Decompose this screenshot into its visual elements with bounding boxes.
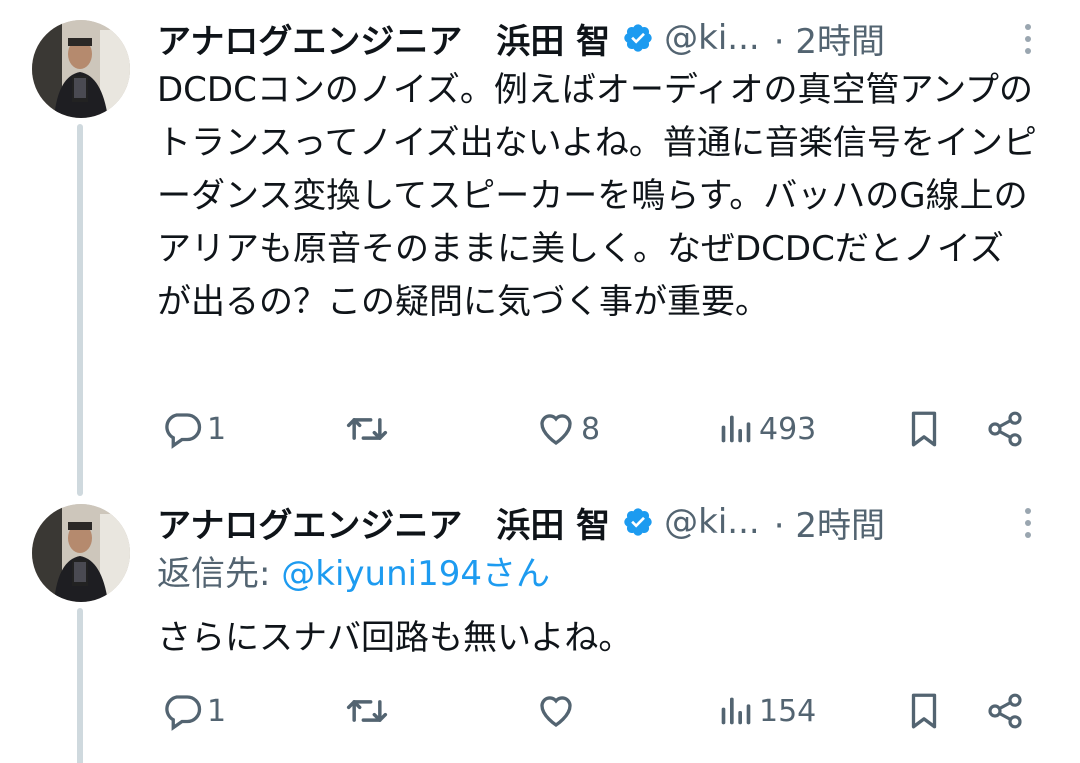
tweet-text: DCDCコンのノイズ。例えばオーディオの真空管アンプのトランスってノイズ出ないよ… <box>157 70 1037 322</box>
views-icon <box>715 691 755 731</box>
tweet-text: さらにスナバ回路も無いよね。 <box>157 618 633 658</box>
bookmark-button[interactable] <box>903 689 945 733</box>
views-button[interactable]: 493 <box>715 407 816 451</box>
tweet-header: アナログエンジニア 浜田 智 @ki... · 2時間 <box>157 14 1040 63</box>
timeline-feed: アナログエンジニア 浜田 智 @ki... · 2時間 DCDCコンのノイズ。例… <box>0 0 1080 763</box>
verified-badge-icon <box>622 506 654 538</box>
tweet-actions: 1 154 <box>157 689 1040 733</box>
reply-count: 1 <box>207 411 227 447</box>
share-button[interactable] <box>985 407 1025 451</box>
like-button[interactable]: 8 <box>535 407 600 451</box>
like-count: 8 <box>581 411 601 447</box>
heart-icon <box>535 408 577 450</box>
retweet-icon <box>345 689 389 733</box>
views-icon <box>715 409 755 449</box>
avatar[interactable] <box>32 504 130 602</box>
tweet-2[interactable]: アナログエンジニア 浜田 智 @ki... · 2時間 返信先: @kiyuni… <box>0 484 1080 763</box>
reply-to-line: 返信先: @kiyuni194さん <box>157 552 550 596</box>
author-handle[interactable]: @ki... <box>664 502 760 542</box>
bookmark-icon <box>903 408 945 450</box>
thread-line <box>77 124 83 496</box>
reply-to-mention[interactable]: @kiyuni194さん <box>281 554 550 594</box>
more-icon[interactable] <box>1016 24 1040 54</box>
tweet-header: アナログエンジニア 浜田 智 @ki... · 2時間 <box>157 498 1040 547</box>
reply-to-label: 返信先: <box>157 554 282 594</box>
timestamp[interactable]: · 2時間 <box>774 14 885 63</box>
retweet-button[interactable] <box>345 689 393 733</box>
more-icon[interactable] <box>1016 508 1040 538</box>
verified-badge-icon <box>622 22 654 54</box>
reply-count: 1 <box>207 693 227 729</box>
timestamp[interactable]: · 2時間 <box>774 498 885 547</box>
author-name[interactable]: アナログエンジニア 浜田 智 <box>157 498 610 547</box>
retweet-button[interactable] <box>345 407 393 451</box>
reply-button[interactable]: 1 <box>161 689 226 733</box>
tweet-actions: 1 8 493 <box>157 407 1040 451</box>
tweet-1[interactable]: アナログエンジニア 浜田 智 @ki... · 2時間 DCDCコンのノイズ。例… <box>0 0 1080 496</box>
reply-icon <box>161 690 203 732</box>
view-count: 154 <box>759 693 817 729</box>
like-button[interactable] <box>535 689 581 733</box>
author-handle[interactable]: @ki... <box>664 18 760 58</box>
reply-icon <box>161 408 203 450</box>
thread-line <box>77 608 83 763</box>
bookmark-icon <box>903 690 945 732</box>
reply-button[interactable]: 1 <box>161 407 226 451</box>
views-button[interactable]: 154 <box>715 689 816 733</box>
share-icon <box>985 691 1025 731</box>
heart-icon <box>535 690 577 732</box>
avatar[interactable] <box>32 20 130 118</box>
share-button[interactable] <box>985 689 1025 733</box>
author-name[interactable]: アナログエンジニア 浜田 智 <box>157 14 610 63</box>
share-icon <box>985 409 1025 449</box>
retweet-icon <box>345 407 389 451</box>
view-count: 493 <box>759 411 817 447</box>
bookmark-button[interactable] <box>903 407 945 451</box>
